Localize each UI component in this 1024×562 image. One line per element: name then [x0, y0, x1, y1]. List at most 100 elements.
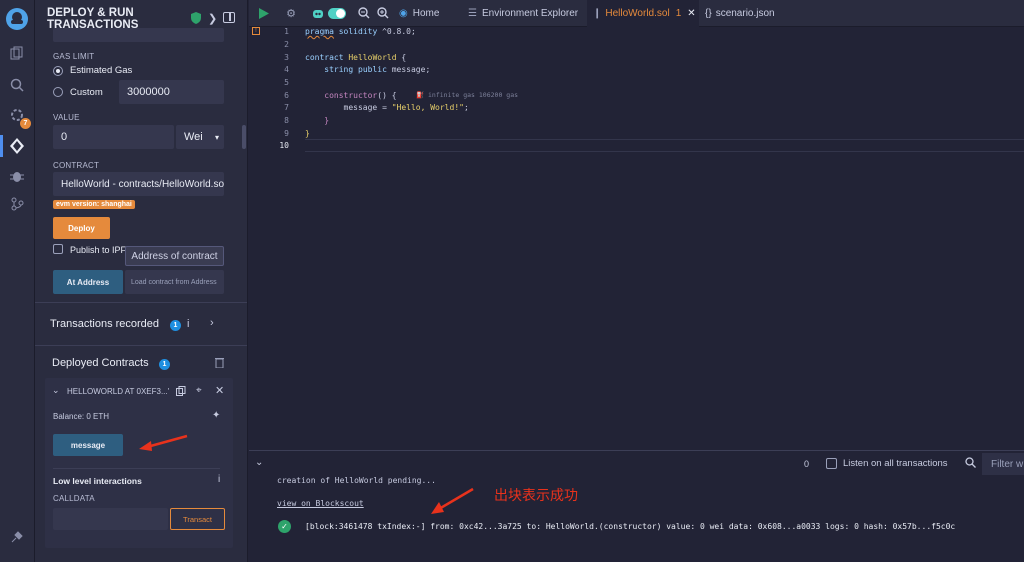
message-button[interactable]: message: [53, 434, 123, 456]
dock-panel-icon[interactable]: [223, 12, 235, 23]
close-icon[interactable]: ✕: [215, 384, 224, 397]
collapse-terminal-icon[interactable]: ⌄: [255, 457, 263, 468]
chevron-right-icon[interactable]: ❯: [208, 12, 217, 25]
publish-ipfs-checkbox[interactable]: [53, 244, 63, 254]
chevron-right-icon[interactable]: ›: [210, 317, 214, 329]
deployed-contracts-label: Deployed Contracts: [52, 357, 149, 369]
code-editor[interactable]: ! 1 2 3 4 5 6 7 8 9 10 pragma solidity ^…: [249, 27, 1024, 450]
info-icon[interactable]: i: [218, 474, 220, 485]
deploy-run-icon[interactable]: [8, 137, 26, 155]
copilot-toggle[interactable]: [328, 8, 346, 19]
deploy-button[interactable]: Deploy: [53, 217, 110, 239]
annotation-arrow-icon: [139, 434, 188, 451]
tab-active-file-label: HelloWorld.sol: [605, 8, 670, 19]
pending-text: creation of HelloWorld pending...: [277, 476, 436, 485]
environment-select[interactable]: [53, 28, 224, 42]
info-icon[interactable]: i: [187, 318, 189, 330]
collapse-chevron-icon[interactable]: ⌄: [52, 385, 60, 396]
tab-environment-explorer[interactable]: ☰ Environment Explorer: [462, 0, 584, 27]
code-line: }: [305, 129, 310, 138]
trash-icon[interactable]: [215, 357, 224, 369]
load-contract-input[interactable]: Load contract from Address: [125, 270, 224, 294]
annotation-label: 出块表示成功: [494, 487, 578, 503]
blockscout-link[interactable]: view on Blockscout: [277, 499, 364, 508]
current-line-highlight: [305, 139, 1024, 152]
tab-home-label: Home: [412, 8, 440, 19]
divider: [35, 345, 247, 346]
gas-pump-icon: ⛽: [416, 91, 425, 99]
plugin-manager-icon[interactable]: [8, 528, 26, 546]
copy-icon[interactable]: [176, 386, 186, 396]
evm-version-badge: evm version: shanghai: [53, 200, 135, 209]
pin-icon[interactable]: ⌖: [196, 385, 202, 396]
tab-scenario-json[interactable]: {} scenario.json: [699, 0, 781, 27]
search-icon[interactable]: [8, 76, 26, 94]
calldata-label: CALLDATA: [53, 494, 95, 503]
line-number: 7: [284, 103, 289, 112]
tab-bar: ⚙ ◉ Home ☰ Environment Explorer ❙ HelloWorl…: [249, 0, 1024, 27]
tab-home[interactable]: ◉ Home: [393, 0, 445, 27]
run-script-icon[interactable]: [257, 6, 271, 20]
settings-gear-icon[interactable]: ⚙: [284, 6, 298, 20]
git-icon[interactable]: [8, 195, 26, 213]
custom-gas-radio[interactable]: [53, 87, 63, 97]
active-indicator: [0, 135, 3, 157]
zoom-in-icon[interactable]: [376, 6, 390, 20]
zoom-out-icon[interactable]: [357, 6, 371, 20]
close-icon[interactable]: ✕: [687, 8, 695, 19]
deployed-contracts-badge: 1: [159, 359, 170, 370]
line-number: 9: [284, 129, 289, 138]
code-line: string public message;: [324, 65, 431, 74]
success-check-icon: ✓: [278, 520, 291, 533]
value-input[interactable]: 0: [53, 125, 174, 149]
custom-gas-label: Custom: [70, 87, 103, 98]
line-number: 5: [284, 78, 289, 87]
code-line: pragma solidity ^0.8.0;: [305, 27, 416, 36]
estimated-gas-radio[interactable]: [53, 66, 63, 76]
value-unit-text: Wei: [184, 131, 203, 143]
remix-logo-icon[interactable]: [4, 6, 30, 32]
at-address-button[interactable]: At Address: [53, 270, 123, 294]
sparkle-icon[interactable]: ✦: [212, 410, 220, 421]
gas-estimate-hint: ⛽ infinite gas 106200 gas: [416, 91, 518, 99]
listen-checkbox[interactable]: [826, 458, 837, 469]
value-label: VALUE: [53, 113, 80, 122]
custom-gas-input[interactable]: 3000000: [119, 80, 224, 104]
line-number: 4: [284, 65, 289, 74]
balance-text: Balance: 0 ETH: [53, 412, 110, 421]
contract-select[interactable]: HelloWorld - contracts/HelloWorld.sol: [53, 172, 224, 196]
tab-env-label: Environment Explorer: [481, 8, 579, 19]
contract-select-text: HelloWorld - contracts/HelloWorld.sol: [61, 178, 224, 190]
debugger-icon[interactable]: [8, 167, 26, 185]
panel-scrollbar[interactable]: [242, 125, 246, 149]
transactions-recorded-label[interactable]: Transactions recorded: [50, 318, 159, 330]
instance-name: HELLOWORLD AT 0XEF3...': [67, 387, 170, 396]
low-level-label: Low level interactions: [53, 476, 142, 486]
code-line: contract HelloWorld {: [305, 53, 407, 62]
address-tooltip: Address of contract: [125, 246, 224, 266]
terminal-panel: ⌄ 0 Listen on all transactions Filter w …: [249, 450, 1024, 562]
file-explorer-icon[interactable]: [8, 44, 26, 62]
transact-button[interactable]: Transact: [170, 508, 225, 530]
tab-helloworld-sol[interactable]: ❙ HelloWorld.sol 1 ✕: [587, 0, 699, 27]
line-number: 3: [284, 53, 289, 62]
shield-check-icon: [190, 12, 202, 24]
compiler-warning-badge: 7: [20, 118, 31, 129]
filter-input[interactable]: Filter w: [982, 453, 1024, 475]
code-line: message = "Hello, World!";: [305, 103, 469, 112]
deploy-run-panel: DEPLOY & RUN TRANSACTIONS ❯ GAS LIMIT Es…: [35, 0, 248, 562]
publish-ipfs-label: Publish to IPFS: [70, 245, 133, 255]
file-icon: ❙: [593, 8, 602, 19]
value-unit-select[interactable]: Wei ▾: [176, 125, 224, 149]
ai-copilot-icon[interactable]: [311, 6, 325, 20]
code-line: constructor() {: [324, 91, 397, 100]
calldata-input[interactable]: [53, 508, 168, 530]
gas-limit-label: GAS LIMIT: [53, 52, 95, 61]
line-number: 2: [284, 40, 289, 49]
divider: [53, 468, 220, 469]
search-icon[interactable]: [965, 457, 977, 469]
remix-small-icon: ◉: [399, 8, 408, 19]
tab-scenario-label: scenario.json: [715, 8, 775, 19]
code-line: }: [324, 116, 330, 125]
divider: [35, 302, 247, 303]
